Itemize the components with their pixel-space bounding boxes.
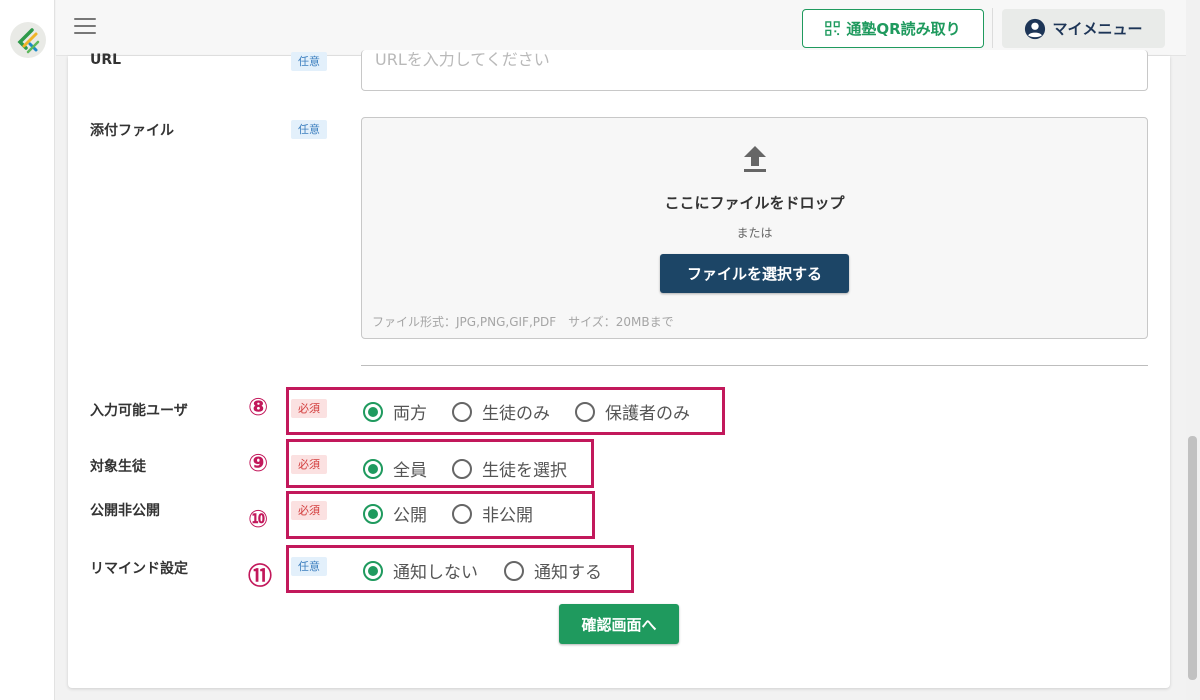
radio-checked-icon bbox=[363, 503, 383, 524]
top-header: 通塾QR読み取り マイメニュー bbox=[56, 0, 1200, 56]
qr-scan-button[interactable]: 通塾QR読み取り bbox=[802, 9, 984, 48]
marker-8: ⑧ bbox=[248, 393, 269, 421]
highlight-box-visibility bbox=[286, 491, 595, 539]
input-user-label: 入力可能ユーザ bbox=[90, 403, 188, 419]
app-logo-icon[interactable] bbox=[10, 22, 46, 58]
radio-unchecked-icon bbox=[504, 560, 524, 581]
hamburger-menu-icon[interactable] bbox=[74, 18, 96, 36]
side-rail bbox=[0, 0, 55, 700]
visibility-required-badge: 必須 bbox=[291, 501, 327, 520]
radio-unchecked-icon bbox=[452, 401, 472, 422]
upload-icon bbox=[744, 146, 766, 172]
reminder-optional-badge: 任意 bbox=[291, 557, 327, 576]
url-optional-badge: 任意 bbox=[291, 52, 327, 71]
drop-title: ここにファイルをドロップ bbox=[664, 194, 845, 212]
radio-checked-icon bbox=[363, 401, 383, 422]
attachment-optional-badge: 任意 bbox=[291, 120, 327, 139]
target-student-required-badge: 必須 bbox=[291, 455, 327, 474]
qr-code-icon bbox=[825, 21, 841, 36]
qr-scan-label: 通塾QR読み取り bbox=[846, 20, 961, 38]
marker-11: ⑪ bbox=[248, 562, 272, 590]
radio-unchecked-icon bbox=[452, 503, 472, 524]
url-input[interactable]: URLを入力してください bbox=[361, 50, 1148, 91]
account-circle-icon bbox=[1025, 18, 1046, 39]
marker-10: ⑩ bbox=[248, 505, 269, 533]
radio-unchecked-icon bbox=[452, 458, 472, 479]
select-file-button[interactable]: ファイルを選択する bbox=[660, 254, 849, 293]
radio-input-user-guardian-only[interactable]: 保護者のみ bbox=[575, 399, 690, 424]
marker-9: ⑨ bbox=[248, 449, 269, 477]
radio-input-user-student-only[interactable]: 生徒のみ bbox=[452, 399, 550, 424]
section-divider bbox=[361, 365, 1148, 366]
page-scrollbar[interactable] bbox=[1186, 0, 1200, 700]
file-format-note: ファイル形式：JPG,PNG,GIF,PDF サイズ：20MBまで bbox=[372, 315, 674, 329]
radio-visibility-public[interactable]: 公開 bbox=[363, 501, 427, 526]
confirm-button[interactable]: 確認画面へ bbox=[559, 604, 679, 644]
attachment-label: 添付ファイル bbox=[90, 123, 174, 139]
form-card: URL 任意 URLを入力してください 添付ファイル 任意 ここにファイルをドロ… bbox=[68, 50, 1170, 688]
radio-target-select[interactable]: 生徒を選択 bbox=[452, 456, 567, 481]
target-student-label: 対象生徒 bbox=[90, 459, 146, 475]
url-placeholder: URLを入力してください bbox=[375, 50, 550, 69]
header-separator bbox=[992, 8, 993, 48]
radio-target-all[interactable]: 全員 bbox=[363, 456, 427, 481]
url-label: URL bbox=[90, 52, 122, 68]
radio-input-user-both[interactable]: 両方 bbox=[363, 399, 427, 424]
drop-or-text: または bbox=[736, 226, 773, 240]
radio-checked-icon bbox=[363, 458, 383, 479]
visibility-label: 公開非公開 bbox=[90, 503, 160, 519]
file-dropzone[interactable]: ここにファイルをドロップ または ファイルを選択する ファイル形式：JPG,PN… bbox=[361, 117, 1148, 339]
radio-reminder-off[interactable]: 通知しない bbox=[363, 558, 478, 583]
radio-unchecked-icon bbox=[575, 401, 595, 422]
my-menu-button[interactable]: マイメニュー bbox=[1002, 9, 1165, 48]
input-user-required-badge: 必須 bbox=[291, 399, 327, 418]
radio-reminder-on[interactable]: 通知する bbox=[504, 558, 602, 583]
my-menu-label: マイメニュー bbox=[1052, 20, 1143, 38]
radio-visibility-private[interactable]: 非公開 bbox=[452, 501, 533, 526]
reminder-label: リマインド設定 bbox=[90, 561, 188, 577]
scrollbar-thumb[interactable] bbox=[1188, 436, 1197, 680]
radio-checked-icon bbox=[363, 560, 383, 581]
